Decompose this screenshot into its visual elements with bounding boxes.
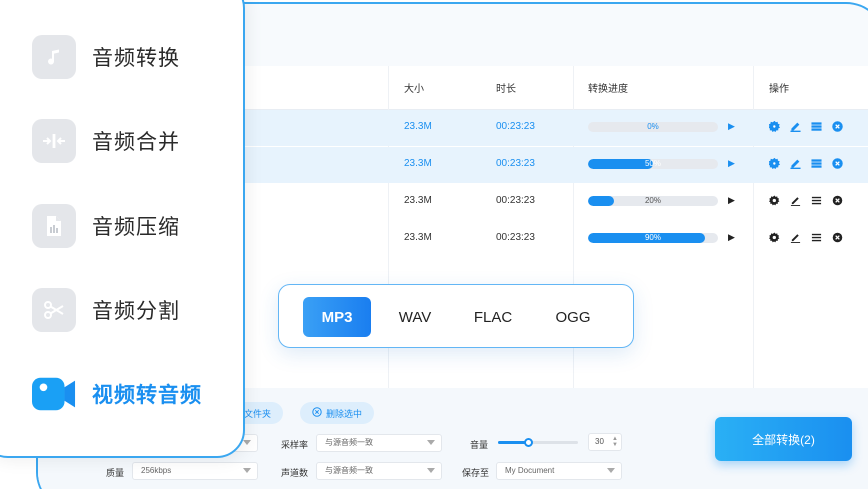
- settings-gear-icon[interactable]: [768, 120, 780, 132]
- header-duration: 时长: [496, 84, 516, 95]
- play-icon[interactable]: ▶: [728, 232, 735, 243]
- remove-icon[interactable]: [831, 157, 843, 169]
- progress-label: 50%: [644, 159, 661, 168]
- compress-icon: [32, 204, 76, 248]
- edit-icon[interactable]: [789, 194, 801, 206]
- sample-rate-label: 采样率: [281, 440, 309, 450]
- delete-selected-button[interactable]: 删除选中: [300, 402, 375, 424]
- play-icon[interactable]: ▶: [728, 158, 735, 169]
- save-to-label: 保存至: [462, 468, 490, 478]
- sample-rate-value: 与源音频一致: [325, 438, 373, 447]
- volume-stepper[interactable]: 30 ▲ ▼: [588, 433, 622, 451]
- menu-item-audio-compress[interactable]: 音频压缩: [32, 204, 180, 248]
- format-ogg[interactable]: OGG: [545, 297, 601, 337]
- file-duration: 00:23:23: [496, 121, 535, 132]
- music-note-icon: [32, 35, 76, 79]
- list-icon[interactable]: [810, 231, 822, 243]
- edit-icon[interactable]: [789, 157, 801, 169]
- progress-bar: 50%: [588, 159, 718, 169]
- file-size: 23.3M: [404, 232, 432, 243]
- edit-icon[interactable]: [789, 231, 801, 243]
- progress-bar: 20%: [588, 196, 718, 206]
- list-icon[interactable]: [810, 120, 822, 132]
- volume-slider[interactable]: [498, 438, 578, 447]
- settings-gear-icon[interactable]: [768, 231, 780, 243]
- menu-label: 视频转音频: [92, 384, 202, 407]
- menu-item-audio-merge[interactable]: 音频合并: [32, 119, 180, 163]
- menu-label: 音频合并: [92, 131, 180, 154]
- quality-label: 质量: [106, 468, 125, 478]
- play-icon[interactable]: ▶: [728, 121, 735, 132]
- play-icon[interactable]: ▶: [728, 195, 735, 206]
- list-icon[interactable]: [810, 194, 822, 206]
- menu-item-audio-convert[interactable]: 音频转换: [32, 35, 180, 79]
- header-progress: 转换进度: [588, 84, 628, 95]
- remove-icon[interactable]: [831, 194, 843, 206]
- convert-all-button[interactable]: 全部转换(2): [715, 417, 852, 461]
- file-size: 23.3M: [404, 121, 432, 132]
- file-size: 23.3M: [404, 158, 432, 169]
- close-circle-icon: [312, 407, 322, 419]
- file-size: 23.3M: [404, 195, 432, 206]
- add-folder-label: 文件夹: [244, 408, 272, 419]
- menu-item-audio-split[interactable]: 音频分割: [32, 288, 180, 332]
- video-camera-icon: [32, 372, 76, 416]
- edit-icon[interactable]: [789, 120, 801, 132]
- header-ops: 操作: [769, 84, 789, 95]
- format-flac[interactable]: FLAC: [465, 297, 521, 337]
- format-mp3[interactable]: MP3: [303, 297, 371, 337]
- menu-label: 音频分割: [92, 300, 180, 323]
- channels-label: 声道数: [281, 468, 309, 478]
- volume-label: 音量: [470, 440, 489, 450]
- header-size: 大小: [404, 84, 424, 95]
- format-selector: MP3 WAV FLAC OGG: [278, 284, 634, 348]
- remove-icon[interactable]: [831, 231, 843, 243]
- list-icon[interactable]: [810, 157, 822, 169]
- progress-bar: 90%: [588, 233, 718, 243]
- volume-value: 30: [595, 437, 604, 446]
- menu-label: 音频转换: [92, 47, 180, 70]
- save-to-value: My Document: [505, 466, 555, 475]
- save-to-select[interactable]: My Document: [496, 462, 622, 480]
- progress-label: 20%: [644, 196, 661, 205]
- file-duration: 00:23:23: [496, 232, 535, 243]
- sample-rate-select[interactable]: 与源音频一致: [316, 434, 442, 452]
- menu-item-video-to-audio[interactable]: 视频转音频: [32, 372, 202, 416]
- progress-label: 90%: [644, 233, 661, 242]
- channels-value: 与源音频一致: [325, 466, 373, 475]
- quality-value: 256kbps: [141, 466, 172, 475]
- scissors-icon: [32, 288, 76, 332]
- menu-label: 音频压缩: [92, 216, 180, 239]
- progress-bar: 0%: [588, 122, 718, 132]
- progress-label: 0%: [647, 122, 659, 131]
- settings-gear-icon[interactable]: [768, 157, 780, 169]
- merge-icon: [32, 119, 76, 163]
- stepper-arrows-icon: ▲ ▼: [612, 436, 618, 448]
- format-wav[interactable]: WAV: [387, 297, 443, 337]
- delete-selected-label: 删除选中: [326, 408, 363, 419]
- volume-slider-handle[interactable]: [524, 438, 534, 447]
- settings-gear-icon[interactable]: [768, 194, 780, 206]
- file-duration: 00:23:23: [496, 195, 535, 206]
- feature-menu: 音频转换 音频合并 音频压缩 音频分割 视频转音频: [0, 0, 245, 458]
- remove-icon[interactable]: [831, 120, 843, 132]
- quality-select[interactable]: 256kbps: [132, 462, 258, 480]
- file-duration: 00:23:23: [496, 158, 535, 169]
- channels-select[interactable]: 与源音频一致: [316, 462, 442, 480]
